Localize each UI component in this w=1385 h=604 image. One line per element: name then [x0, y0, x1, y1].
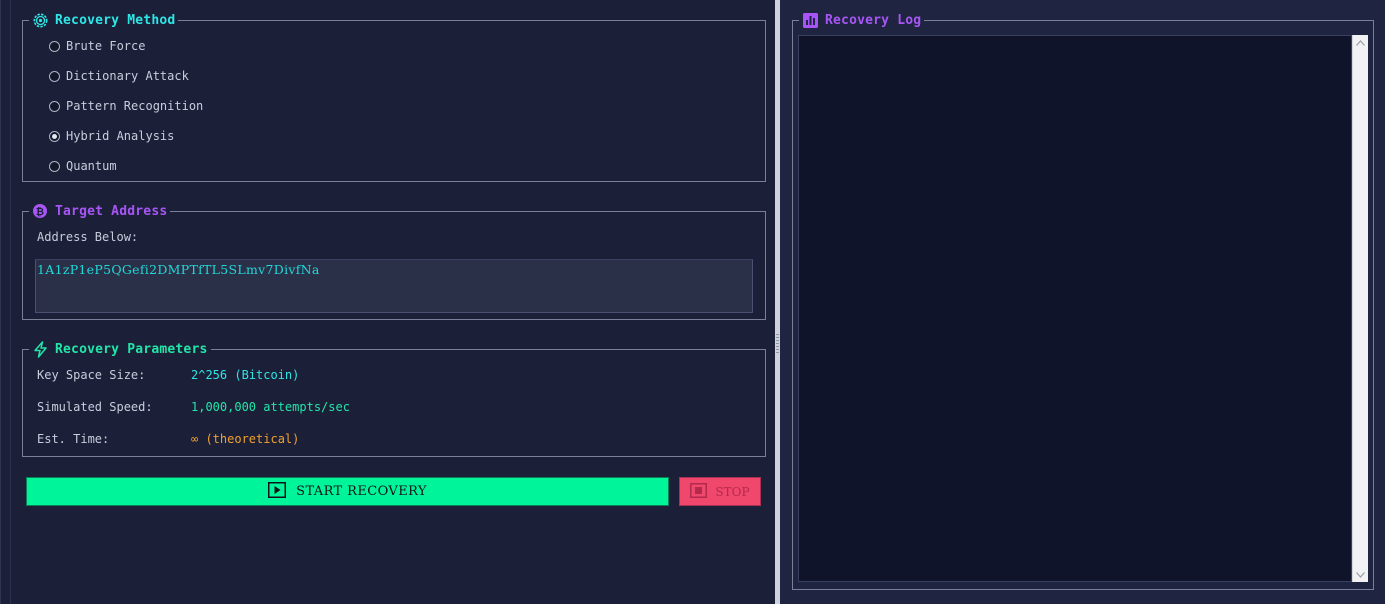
recovery-parameters-title: Recovery Parameters	[55, 341, 208, 357]
radio-dictionary-attack[interactable]: Dictionary Attack	[49, 68, 189, 84]
address-value: 1A1zP1eP5QGefi2DMPTfTL5SLmv7DivfNa	[37, 262, 320, 277]
recovery-log-legend: Recovery Log	[799, 11, 925, 29]
right-panel: Recovery Log	[780, 0, 1385, 604]
start-recovery-label: START RECOVERY	[296, 484, 427, 499]
recovery-method-legend: Recovery Method	[29, 11, 179, 29]
bitcoin-icon: ₿	[31, 202, 49, 220]
svg-text:₿: ₿	[36, 206, 44, 218]
target-address-legend: ₿ Target Address	[29, 202, 171, 220]
radio-label: Pattern Recognition	[66, 99, 204, 113]
radio-quantum[interactable]: Quantum	[49, 158, 117, 174]
stop-icon	[690, 482, 708, 501]
radio-button[interactable]	[49, 70, 60, 82]
radio-button[interactable]	[49, 160, 60, 172]
est-time-value: ∞ (theoretical)	[191, 432, 300, 446]
radio-brute-force[interactable]: Brute Force	[49, 38, 145, 54]
radio-label: Brute Force	[66, 39, 146, 53]
lightning-icon	[31, 340, 49, 358]
est-time-label: Est. Time:	[37, 432, 110, 446]
radio-label: Dictionary Attack	[66, 69, 189, 83]
scroll-down-icon[interactable]	[1353, 567, 1368, 582]
radio-button[interactable]	[49, 40, 60, 52]
scroll-up-icon[interactable]	[1353, 35, 1368, 50]
recovery-parameters-legend: Recovery Parameters	[29, 340, 211, 358]
radio-label: Hybrid Analysis	[66, 129, 175, 143]
log-scrollbar[interactable]	[1352, 35, 1368, 582]
address-input[interactable]: 1A1zP1eP5QGefi2DMPTfTL5SLmv7DivfNa	[35, 259, 753, 313]
recovery-log-title: Recovery Log	[825, 12, 922, 28]
stop-button[interactable]: STOP	[679, 477, 761, 506]
address-label: Address Below:	[37, 230, 139, 244]
radio-label: Quantum	[66, 159, 117, 173]
recovery-method-group: Recovery Method Brute Force Dictionary A…	[22, 11, 766, 182]
left-panel: Recovery Method Brute Force Dictionary A…	[0, 0, 775, 604]
simulated-speed-label: Simulated Speed:	[37, 400, 153, 414]
key-space-label: Key Space Size:	[37, 368, 146, 382]
radio-hybrid-analysis[interactable]: Hybrid Analysis	[49, 128, 174, 144]
recovery-parameters-group: Recovery Parameters Key Space Size: 2^25…	[22, 340, 766, 457]
radio-dot	[52, 133, 57, 139]
chart-icon	[801, 11, 819, 29]
recovery-log-textarea[interactable]	[798, 35, 1352, 582]
gear-icon	[31, 11, 49, 29]
target-address-title: Target Address	[55, 203, 168, 219]
key-space-value: 2^256 (Bitcoin)	[191, 368, 300, 382]
radio-button-selected[interactable]	[49, 130, 60, 142]
start-recovery-button[interactable]: START RECOVERY	[26, 477, 669, 506]
stop-label: STOP	[715, 484, 750, 499]
recovery-method-title: Recovery Method	[55, 12, 176, 28]
play-icon	[268, 481, 287, 502]
splitter-grip[interactable]	[776, 334, 779, 354]
radio-button[interactable]	[49, 100, 60, 112]
radio-pattern-recognition[interactable]: Pattern Recognition	[49, 98, 203, 114]
target-address-group: ₿ Target Address Address Below: 1A1zP1eP…	[22, 202, 766, 320]
simulated-speed-value: 1,000,000 attempts/sec	[191, 400, 350, 414]
